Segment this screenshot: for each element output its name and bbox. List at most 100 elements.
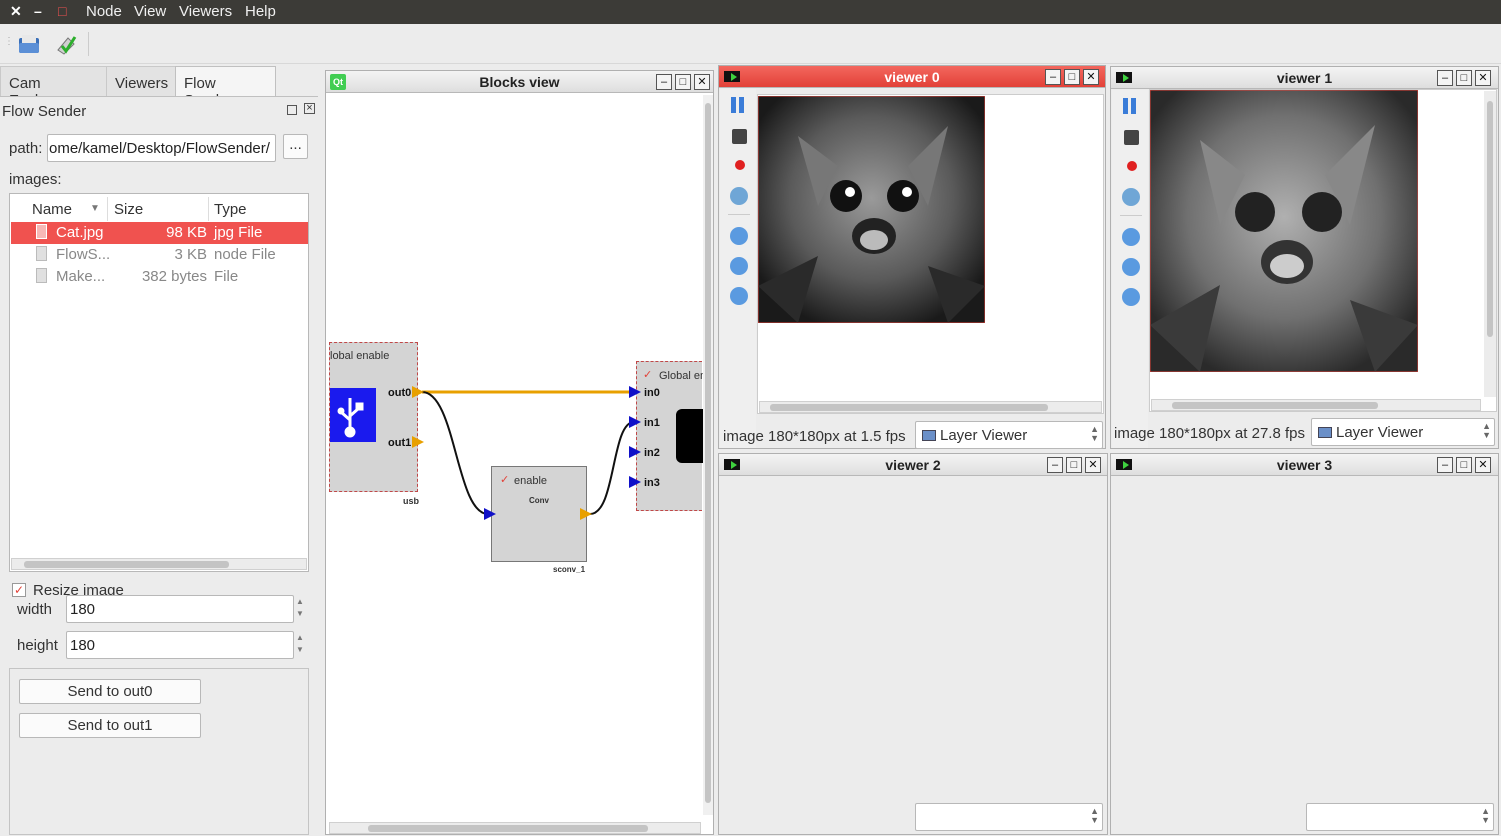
close-icon[interactable]: ✕ [1475,457,1491,473]
list-item[interactable]: Cat.jpg 98 KB jpg File [11,222,308,244]
pause-icon[interactable] [731,97,736,113]
column-divider [107,197,108,221]
minimize-icon[interactable]: – [1437,70,1453,86]
scrollbar-thumb[interactable] [770,404,1048,411]
column-name[interactable]: Name [32,201,72,218]
blocks-hscrollbar[interactable] [329,822,701,834]
viewer-1-canvas[interactable] [1149,89,1497,412]
zoom-in-icon[interactable] [730,227,748,245]
send-out1-button[interactable]: Send to out1 [19,713,201,738]
column-size[interactable]: Size [114,201,143,218]
scrollbar-thumb[interactable] [24,561,229,568]
save-icon[interactable] [1124,130,1139,145]
file-size: 98 KB [166,224,207,241]
viewer-1-vscrollbar[interactable] [1484,91,1496,397]
viewer-2-layer-combo[interactable]: ▲ ▼ [915,803,1103,831]
close-icon[interactable]: ✕ [10,3,22,20]
viewer-1-layer-combo[interactable]: Layer Viewer ▲ ▼ [1311,418,1495,446]
viewer-1-toolbar [1112,90,1148,448]
list-item[interactable]: FlowS... 3 KB node File [11,244,308,266]
viewer-2-titlebar: viewer 2 – □ ✕ [719,454,1107,476]
zoom-fit-icon[interactable] [1122,288,1140,306]
close-panel-icon[interactable]: × [304,103,315,114]
file-list-scrollbar[interactable] [11,558,307,570]
panel-title: Flow Sender [2,103,87,120]
file-list[interactable]: Name ▼ Size Type Cat.jpg 98 KB jpg File … [9,193,309,572]
zoom-in-icon[interactable] [1122,228,1140,246]
record-icon[interactable] [735,160,745,170]
scrollbar-thumb[interactable] [1172,402,1378,409]
blocks-vscrollbar[interactable] [703,95,713,815]
scrollbar-thumb[interactable] [368,825,648,832]
port-out1-arrow [412,436,424,448]
zoom-fit-icon[interactable] [730,287,748,305]
column-type[interactable]: Type [214,201,247,218]
open-folder-icon[interactable] [17,32,41,56]
path-label: path: [9,140,43,157]
viewer-0-hscrollbar[interactable] [759,401,1102,413]
viewer-1-status: image 180*180px at 27.8 fps [1114,425,1305,442]
record-icon[interactable] [1127,161,1137,171]
chevron-updown-icon: ▲ ▼ [1090,806,1099,825]
close-icon[interactable]: ✕ [1083,69,1099,85]
tab-cam-explorer[interactable]: Cam Explorer [0,66,107,109]
viewer-0-titlebar: viewer 0 – □ ✕ [719,66,1105,88]
settings-icon[interactable] [730,187,748,205]
sidebar-separator [1120,215,1142,216]
maximize-icon[interactable]: □ [58,3,66,19]
tab-viewers[interactable]: Viewers [106,66,176,97]
port-in0-arrow [629,386,641,398]
menubar: ✕ – □ Node View Viewers Help [0,0,1501,24]
file-name: FlowS... [56,246,111,263]
port-in2-arrow [629,446,641,458]
browse-button[interactable]: ... [283,134,308,159]
viewer-1-hscrollbar[interactable] [1151,399,1481,411]
maximize-icon[interactable]: □ [1456,70,1472,86]
width-stepper[interactable]: ▲ ▼ [296,596,304,620]
float-icon[interactable] [287,105,297,115]
menu-node[interactable]: Node [86,3,122,20]
maximize-icon[interactable]: □ [1456,457,1472,473]
menu-help[interactable]: Help [245,3,276,20]
list-item[interactable]: Make... 382 bytes File [11,266,308,288]
minimize-icon[interactable]: – [34,3,42,19]
viewer-3-layer-combo[interactable]: ▲ ▼ [1306,803,1494,831]
height-spinbox[interactable]: 180 [66,631,294,659]
pause-icon-bar [1131,98,1136,114]
file-name: Make... [56,268,106,285]
pause-icon[interactable] [1123,98,1128,114]
resize-checkbox[interactable]: ✓ [12,583,26,597]
settings-icon[interactable] [1122,188,1140,206]
send-out0-button[interactable]: Send to out0 [19,679,201,704]
maximize-icon[interactable]: □ [1064,69,1080,85]
zoom-out-icon[interactable] [1122,258,1140,276]
viewer-2-window: viewer 2 – □ ✕ ▲ ▼ [718,453,1108,835]
minimize-icon[interactable]: – [1045,69,1061,85]
file-type: jpg File [214,224,263,241]
menu-viewers[interactable]: Viewers [179,3,232,20]
minimize-icon[interactable]: – [1047,457,1063,473]
port-in3-arrow [629,476,641,488]
toolbar-grip-icon: ⋮ [4,36,14,47]
toolbar: ⋮ [0,24,1501,64]
close-icon[interactable]: ✕ [1085,457,1101,473]
height-stepper[interactable]: ▲ ▼ [296,632,304,656]
file-type: File [214,268,239,285]
clean-icon[interactable] [54,32,78,56]
save-icon[interactable] [732,129,747,144]
height-label: height [17,637,58,654]
path-input[interactable]: ome/kamel/Desktop/FlowSender/ [47,134,276,162]
viewer-0-layer-combo[interactable]: Layer Viewer ▲ ▼ [915,421,1103,449]
tab-flow-sender[interactable]: Flow Sender [175,66,276,109]
width-spinbox[interactable]: 180 [66,595,294,623]
scrollbar-thumb[interactable] [705,103,711,803]
scrollbar-thumb[interactable] [1487,101,1493,337]
viewer-1-titlebar: viewer 1 – □ ✕ [1111,67,1498,89]
close-icon[interactable]: ✕ [1475,70,1491,86]
minimize-icon[interactable]: – [1437,457,1453,473]
zoom-out-icon[interactable] [730,257,748,275]
menu-view[interactable]: View [134,3,166,20]
maximize-icon[interactable]: □ [1066,457,1082,473]
viewer-0-canvas[interactable] [757,94,1104,414]
sort-arrow-icon: ▼ [90,203,100,214]
